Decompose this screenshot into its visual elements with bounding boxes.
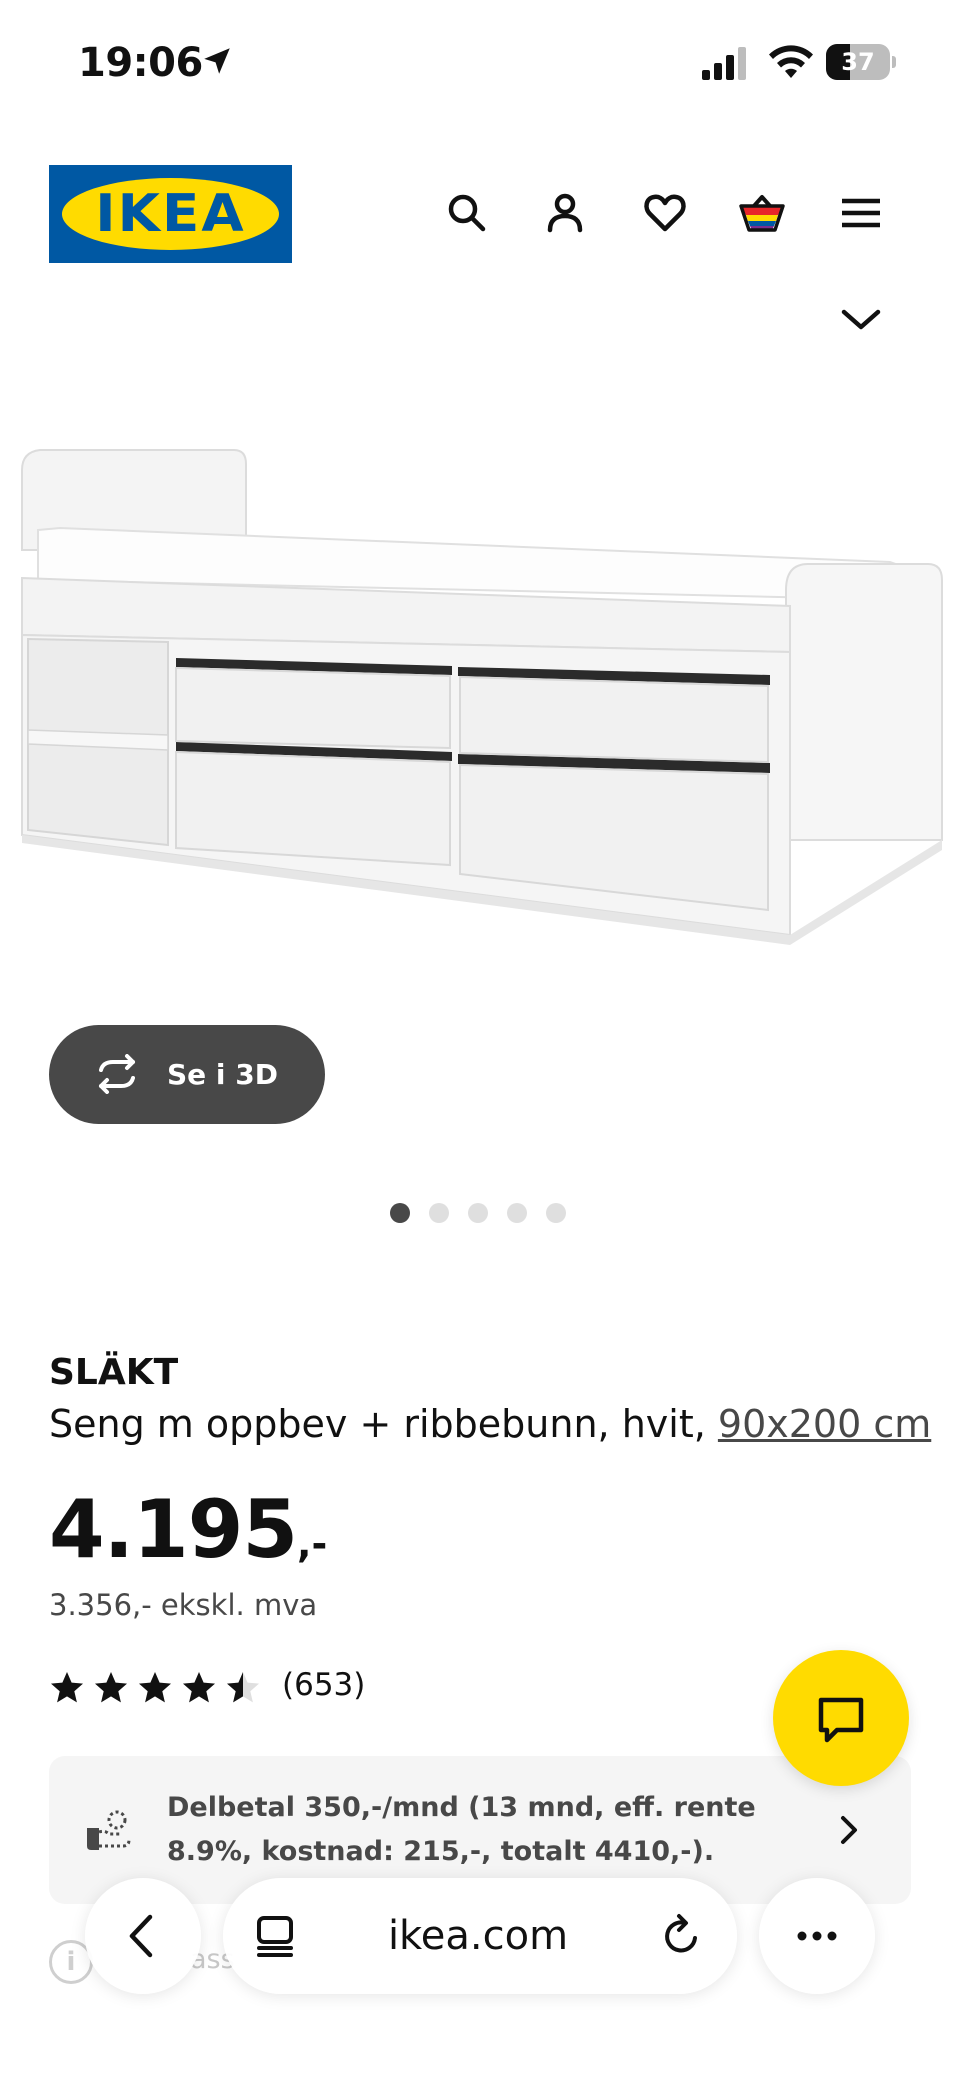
rotate-3d-icon xyxy=(99,1054,135,1094)
view-3d-button[interactable]: Se i 3D xyxy=(49,1025,325,1124)
product-name: SLÄKT xyxy=(49,1352,179,1393)
browser-back-button[interactable] xyxy=(85,1878,201,1994)
battery-indicator: 37 xyxy=(826,44,896,80)
chevron-down-icon[interactable] xyxy=(838,302,884,338)
browser-more-button[interactable] xyxy=(759,1878,875,1994)
star-icon xyxy=(183,1672,215,1703)
menu-icon[interactable] xyxy=(836,188,886,238)
browser-address-bar[interactable]: ikea.com xyxy=(223,1878,737,1994)
star-icon xyxy=(227,1672,259,1703)
cellular-signal-icon xyxy=(702,47,746,80)
basket-icon[interactable] xyxy=(737,188,787,238)
price-suffix: ,- xyxy=(297,1522,328,1566)
price-main: 4.195 xyxy=(49,1483,298,1576)
search-icon[interactable] xyxy=(442,188,492,238)
ikea-logo[interactable]: IKEA xyxy=(49,165,292,263)
pagination-dot[interactable] xyxy=(546,1203,566,1223)
pagination-dot[interactable] xyxy=(468,1203,488,1223)
tabs-icon[interactable] xyxy=(253,1914,297,1958)
star-icon xyxy=(51,1672,83,1703)
more-dots-icon xyxy=(797,1931,837,1941)
rating-count[interactable]: (653) xyxy=(282,1667,365,1703)
status-bar: 19:06 37 xyxy=(0,0,960,130)
account-icon[interactable] xyxy=(540,188,590,238)
star-icon xyxy=(95,1672,127,1703)
url-text[interactable]: ikea.com xyxy=(313,1878,643,1994)
size-link[interactable]: 90x200 cm xyxy=(718,1402,931,1446)
chat-icon xyxy=(818,1697,864,1743)
product-description-text: Seng m oppbev + ribbebunn, hvit, xyxy=(49,1402,718,1446)
price: 4.195,- xyxy=(49,1483,327,1576)
battery-level: 37 xyxy=(841,48,875,76)
location-arrow-icon xyxy=(204,48,230,74)
product-image[interactable] xyxy=(0,430,960,1040)
star-icon xyxy=(139,1672,171,1703)
chat-button[interactable] xyxy=(773,1650,909,1786)
pagination-dot[interactable] xyxy=(390,1203,410,1223)
status-time: 19:06 xyxy=(78,40,203,86)
price-ex-vat: 3.356,- ekskl. mva xyxy=(49,1588,318,1622)
pagination-dot[interactable] xyxy=(429,1203,449,1223)
heart-icon[interactable] xyxy=(640,188,690,238)
chevron-left-icon xyxy=(129,1914,153,1958)
pagination-dot[interactable] xyxy=(507,1203,527,1223)
financing-text: Delbetal 350,-/mnd (13 mnd, eff. rente 8… xyxy=(167,1792,756,1867)
payment-icon xyxy=(87,1810,131,1850)
wifi-icon xyxy=(769,45,813,78)
logo-text: IKEA xyxy=(95,184,246,244)
product-description: Seng m oppbev + ribbebunn, hvit, 90x200 … xyxy=(49,1402,931,1446)
chevron-right-icon xyxy=(841,1816,857,1844)
reload-icon[interactable] xyxy=(657,1912,705,1960)
view-3d-label: Se i 3D xyxy=(167,1058,278,1091)
